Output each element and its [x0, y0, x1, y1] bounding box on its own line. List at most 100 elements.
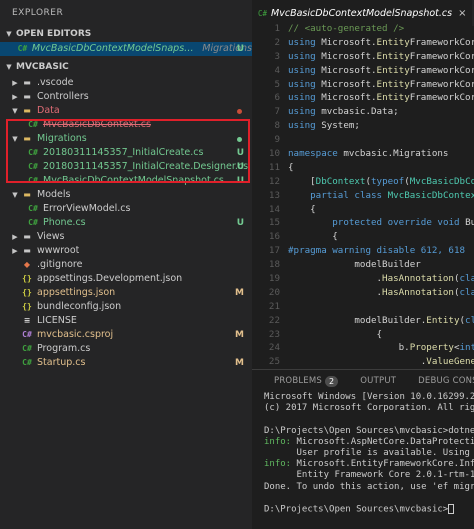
tree-label: mvcbasic.csproj [37, 329, 114, 340]
code-line: 6 using Microsoft.EntityFrameworkCore.S [252, 91, 474, 105]
code-line: 14 { [252, 203, 474, 217]
tree-label: appsettings.json [37, 287, 116, 298]
code-text: b.Property<int>( [288, 342, 474, 354]
tree-folder-models[interactable]: ▼ ▬ Models [0, 188, 252, 202]
folder-icon: ▬ [23, 78, 31, 87]
tree-label: wwwroot [37, 245, 80, 256]
close-icon[interactable]: × [458, 8, 466, 19]
git-modified-badge: M [235, 358, 244, 368]
code-text: using mvcbasic.Data; [288, 106, 399, 118]
line-number: 19 [268, 273, 280, 285]
tree-label: appsettings.Development.json [37, 273, 183, 284]
code-text: [DbContext(typeof(MvcBasicDbCont [288, 175, 474, 187]
terminal-output[interactable]: Microsoft Windows [Version 10.0.16299.24… [252, 392, 474, 515]
problems-count-badge: 2 [325, 375, 339, 387]
terminal-text: Microsoft.AspNetCore.DataProtection.KeyM… [296, 436, 474, 447]
chevron-right-icon: ▶ [12, 93, 18, 101]
tree-label: Views [37, 231, 65, 242]
tree-label: Data [37, 105, 60, 116]
git-untracked-badge: U [236, 148, 244, 158]
code-text: { [288, 231, 338, 243]
folder-open-icon: ▬ [23, 134, 31, 143]
csharp-file-icon: C# [17, 44, 28, 53]
code-line: 9 [252, 133, 474, 147]
license-icon: ≡ [23, 316, 31, 325]
tree-file-appsettings[interactable]: {} appsettings.json M [0, 286, 252, 300]
terminal-line: D:\Projects\Open Sources\mvcbasic> [264, 503, 474, 515]
csharp-file-icon: C# [28, 162, 38, 171]
line-number: 3 [274, 50, 280, 62]
tree-file-dbcontext[interactable]: C# MvcBasicDbContext.cs [0, 118, 252, 132]
tab-debug-console[interactable]: DEBUG CONSOLE [418, 376, 474, 386]
chevron-right-icon: ▶ [12, 233, 18, 241]
line-number: 2 [274, 36, 280, 48]
code-text: using Microsoft.EntityFrameworkCore.S [288, 92, 474, 104]
folder-open-icon: ▬ [23, 106, 31, 115]
code-text: protected override void Build [332, 217, 474, 229]
tree-folder-views[interactable]: ▶ ▬ Views [0, 230, 252, 244]
tab-output[interactable]: OUTPUT [360, 376, 396, 386]
open-editors-label: OPEN EDITORS [16, 29, 92, 39]
code-line: 22 modelBuilder.Entity(class="str">"mvcb [252, 314, 474, 328]
line-number: 20 [268, 286, 280, 298]
git-icon: ◆ [23, 260, 31, 269]
tab-problems-label: PROBLEMS [274, 376, 322, 386]
tree-folder-vscode[interactable]: ▶ ▬ .vscode [0, 76, 252, 90]
tree-file-csproj[interactable]: C# mvcbasic.csproj M [0, 328, 252, 342]
tree-file-errorviewmodel[interactable]: C# ErrorViewModel.cs [0, 202, 252, 216]
line-number: 14 [268, 203, 280, 215]
csharp-file-icon: C# [28, 176, 38, 185]
code-line: 21 [252, 300, 474, 314]
code-line: 12 [DbContext(typeof(MvcBasicDbCont [252, 175, 474, 189]
tree-file-bundleconfig[interactable]: {} bundleconfig.json [0, 300, 252, 314]
line-number: 11 [268, 161, 280, 173]
terminal-line: Done. To undo this action, use 'ef migra… [264, 482, 474, 493]
tree-folder-data[interactable]: ▼ ▬ Data [0, 104, 252, 118]
code-line: 18 modelBuilder [252, 258, 474, 272]
tree-file-license[interactable]: ≡ LICENSE [0, 314, 252, 328]
open-editor-filename: MvcBasicDbContextModelSnapshot.cs [31, 43, 199, 54]
line-number: 12 [268, 175, 280, 187]
tree-file-initialcreate[interactable]: C# 20180311145357_InitialCreate.cs U [0, 146, 252, 160]
chevron-down-icon: ▼ [12, 107, 18, 115]
code-text: .HasAnnotation(class="str">"SqlSe [288, 286, 474, 298]
tree-folder-migrations[interactable]: ▼ ▬ Migrations [0, 132, 252, 146]
tree-file-initialcreate-designer[interactable]: C# 20180311145357_InitialCreate.Designer… [0, 160, 252, 174]
tree-file-gitignore[interactable]: ◆ .gitignore [0, 258, 252, 272]
project-header[interactable]: ▼ MVCBASIC [0, 59, 252, 75]
tree-folder-controllers[interactable]: ▶ ▬ Controllers [0, 90, 252, 104]
code-text: #pragma warning disable 612, 618 [288, 245, 466, 257]
git-untracked-badge: U [236, 44, 244, 54]
tree-file-program[interactable]: C# Program.cs [0, 342, 252, 356]
csharp-file-icon: C# [22, 358, 32, 367]
code-line: 15 protected override void Build [252, 216, 474, 230]
code-line: 11 { [252, 161, 474, 175]
tree-file-phone[interactable]: C# Phone.cs U [0, 216, 252, 230]
tree-folder-wwwroot[interactable]: ▶ ▬ wwwroot [0, 244, 252, 258]
open-editors-header[interactable]: ▼ OPEN EDITORS [0, 26, 252, 42]
tree-label: 20180311145357_InitialCreate.Designer.cs [43, 161, 249, 172]
tab-problems[interactable]: PROBLEMS 2 [274, 375, 339, 387]
terminal-text: (c) 2017 Microsoft Corporation. All righ… [264, 403, 474, 414]
csharp-file-icon: C# [258, 8, 268, 18]
tree-label: Models [37, 189, 71, 200]
code-text: partial class MvcBasicDbContextM [310, 189, 474, 201]
terminal-line: (c) 2017 Microsoft Corporation. All righ… [264, 403, 474, 414]
line-number: 25 [268, 356, 280, 368]
open-editor-item[interactable]: C# MvcBasicDbContextModelSnapshot.cs Mig… [0, 42, 252, 56]
line-number: 8 [274, 120, 280, 132]
code-area[interactable]: 1 // <auto-generated /> 2 using Microsoft.E… [252, 22, 474, 369]
chevron-down-icon: ▼ [6, 30, 12, 38]
code-line: 23 { [252, 328, 474, 342]
tree-file-appsettings-dev[interactable]: {} appsettings.Development.json [0, 272, 252, 286]
tree-file-snapshot[interactable]: C# MvcBasicDbContextModelSnapshot.cs U [0, 174, 252, 188]
code-line: 16 { [252, 230, 474, 244]
line-number: 10 [268, 148, 280, 160]
line-number: 22 [268, 314, 280, 326]
tree-file-startup[interactable]: C# Startup.cs M [0, 356, 252, 370]
csharp-file-icon: C# [28, 218, 38, 227]
code-text: using Microsoft.EntityFrameworkCore.I [288, 50, 474, 62]
json-file-icon: {} [22, 274, 32, 283]
code-line: 8 using System; [252, 119, 474, 133]
